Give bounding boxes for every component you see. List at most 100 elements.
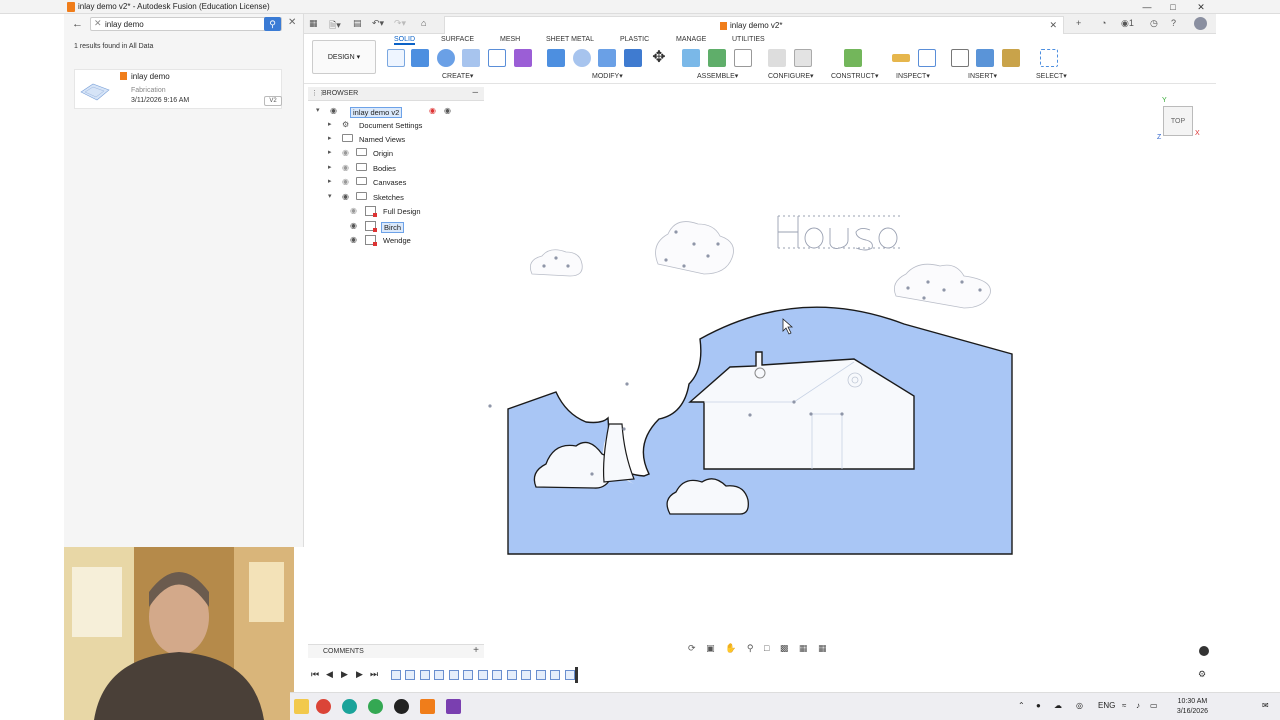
tab-utilities[interactable]: UTILITIES	[732, 36, 765, 43]
group-configure[interactable]: CONFIGURE▾	[768, 72, 814, 80]
fillet-icon[interactable]	[573, 49, 591, 67]
tab-plastic[interactable]: PLASTIC	[620, 36, 649, 43]
notification-bell-icon[interactable]: ✉	[1262, 701, 1269, 710]
microphone-icon[interactable]: ◎	[1076, 701, 1083, 710]
floating-sketch-clouds[interactable]	[529, 221, 991, 309]
app-grid-icon[interactable]: ▦	[309, 18, 318, 29]
insert-mcmaster-icon[interactable]	[1002, 49, 1020, 67]
redo-icon[interactable]: ↷▾	[394, 18, 406, 29]
onenote-icon[interactable]	[446, 699, 461, 714]
tab-sheet-metal[interactable]: SHEET METAL	[546, 36, 594, 43]
close-window-button[interactable]: ✕	[1187, 0, 1215, 14]
tray-chevron-icon[interactable]: ⌃	[1018, 701, 1025, 710]
combine-icon[interactable]	[624, 49, 642, 67]
timeline-settings-icon[interactable]: ⚙	[1198, 669, 1206, 680]
wifi-icon[interactable]: ≈	[1122, 701, 1126, 710]
group-insert[interactable]: INSERT▾	[968, 72, 997, 80]
comments-panel[interactable]: COMMENTS +	[308, 644, 484, 658]
group-inspect[interactable]: INSPECT▾	[896, 72, 930, 80]
file-menu-icon[interactable]: 🗎▾	[329, 18, 341, 34]
create-form-icon[interactable]	[514, 49, 532, 67]
timeline-feature[interactable]	[550, 670, 560, 680]
viewports-icon[interactable]: ▦	[818, 643, 827, 653]
timeline-forward-icon[interactable]: ▶	[356, 669, 363, 680]
expand-arrow-icon[interactable]: ▸	[328, 177, 332, 185]
select-icon[interactable]	[1040, 49, 1058, 67]
file-explorer-icon[interactable]	[294, 699, 309, 714]
activate-icon[interactable]: ◉	[429, 106, 436, 115]
browser-header[interactable]: ⋮⋮ BROWSER –	[308, 87, 484, 101]
workspace-switcher[interactable]: DESIGN ▾	[312, 40, 376, 74]
revolve-icon[interactable]	[437, 49, 455, 67]
search-button[interactable]: ⚲	[264, 17, 281, 31]
move-icon[interactable]: ✥	[650, 49, 668, 67]
timeline-feature[interactable]	[492, 670, 502, 680]
parameters-icon[interactable]	[768, 49, 786, 67]
browser-item-bodies[interactable]: ▸ ◉ Bodies	[328, 161, 478, 175]
hidden-eye-icon[interactable]: ◉	[342, 148, 349, 157]
timeline-feature[interactable]	[507, 670, 517, 680]
new-tab-icon[interactable]: +	[1076, 18, 1081, 28]
close-panel-icon[interactable]: ✕	[288, 17, 296, 28]
chrome-icon[interactable]	[316, 699, 331, 714]
pattern-icon[interactable]	[488, 49, 506, 67]
grid-settings-icon[interactable]: ▦	[799, 643, 808, 653]
result-name[interactable]: inlay demo	[131, 72, 170, 81]
timeline-marker[interactable]	[575, 667, 578, 683]
add-comment-icon[interactable]: +	[473, 645, 479, 656]
chat-icon[interactable]	[1199, 646, 1209, 656]
notifications-icon[interactable]: ◉1	[1121, 18, 1134, 29]
collapse-arrow-icon[interactable]: ▾	[328, 192, 332, 200]
maximize-button[interactable]: □	[1159, 0, 1187, 14]
browser-item-origin[interactable]: ▸ ◉ Origin	[328, 146, 478, 160]
obs-icon[interactable]	[394, 699, 409, 714]
pan-icon[interactable]: ✋	[725, 643, 736, 653]
group-assemble[interactable]: ASSEMBLE▾	[697, 72, 738, 80]
browser-item-document-settings[interactable]: ▸ ⚙ Document Settings	[328, 118, 478, 132]
battery-icon[interactable]: ▭	[1150, 701, 1158, 710]
timeline-feature[interactable]	[521, 670, 531, 680]
timeline-feature[interactable]	[405, 670, 415, 680]
tab-solid[interactable]: SOLID	[394, 36, 416, 45]
fusion-taskbar-icon[interactable]	[420, 699, 435, 714]
job-status-icon[interactable]: ◔	[1101, 18, 1106, 28]
press-pull-icon[interactable]	[547, 49, 565, 67]
timeline-feature[interactable]	[420, 670, 430, 680]
radio-icon[interactable]: ◉	[444, 106, 451, 115]
group-modify[interactable]: MODIFY▾	[592, 72, 623, 80]
user-avatar[interactable]	[1194, 17, 1207, 30]
expand-arrow-icon[interactable]: ▸	[328, 120, 332, 128]
group-create[interactable]: CREATE▾	[442, 72, 473, 80]
timeline-end-icon[interactable]: ⏭	[370, 669, 378, 680]
insert-derive-icon[interactable]	[951, 49, 969, 67]
viewcube[interactable]: TOP	[1163, 106, 1193, 136]
expand-arrow-icon[interactable]: ▸	[328, 134, 332, 142]
home-icon[interactable]: ⌂	[421, 18, 426, 28]
timeline-feature[interactable]	[391, 670, 401, 680]
tab-mesh[interactable]: MESH	[500, 36, 520, 43]
measure-icon[interactable]	[892, 54, 910, 62]
sketch-item-full-design[interactable]: ◉ Full Design	[350, 204, 480, 218]
timeline-feature[interactable]	[536, 670, 546, 680]
as-built-joint-icon[interactable]	[734, 49, 752, 67]
hidden-eye-icon[interactable]: ◉	[350, 206, 357, 215]
undo-icon[interactable]: ↶▾	[372, 18, 384, 29]
visibility-eye-icon[interactable]: ◉	[350, 235, 357, 244]
sketch-item-wendge[interactable]: ◉ Wendge	[350, 233, 480, 247]
version-badge[interactable]: V2	[264, 96, 282, 106]
section-analysis-icon[interactable]	[918, 49, 936, 67]
volume-icon[interactable]: ♪	[1136, 701, 1140, 710]
timeline-feature[interactable]	[478, 670, 488, 680]
hole-icon[interactable]	[462, 49, 480, 67]
browser-root[interactable]: ▾ ◉ inlay demo v2 ◉ ◉	[316, 104, 484, 118]
group-construct[interactable]: CONSTRUCT▾	[831, 72, 878, 80]
hidden-eye-icon[interactable]: ◉	[342, 177, 349, 186]
timeline-feature[interactable]	[565, 670, 575, 680]
data-search-input[interactable]	[105, 19, 255, 30]
data-search-box[interactable]: ✕	[90, 17, 282, 31]
browser-item-sketches[interactable]: ▾ ◉ Sketches	[328, 190, 478, 204]
close-tab-icon[interactable]: ✕	[1049, 20, 1057, 31]
visibility-eye-icon[interactable]: ◉	[342, 192, 349, 201]
back-arrow-icon[interactable]: ←	[72, 18, 83, 30]
language-indicator[interactable]: ENG	[1098, 701, 1115, 710]
